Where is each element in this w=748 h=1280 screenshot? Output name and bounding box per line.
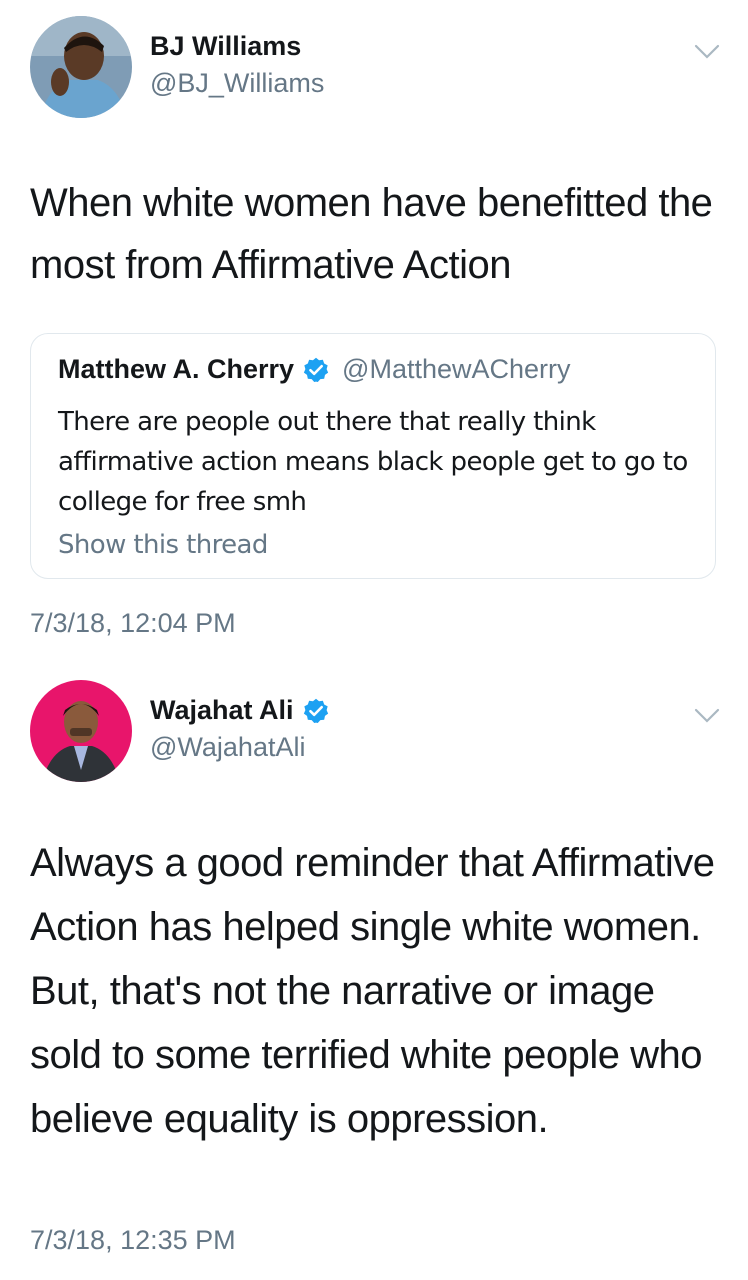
- tweet-text: When white women have benefitted the mos…: [30, 181, 713, 287]
- tweet-text: Always a good reminder that Affirmative …: [30, 841, 715, 1141]
- author-name-text[interactable]: BJ Williams: [150, 31, 301, 62]
- chevron-down-icon[interactable]: [694, 44, 720, 60]
- show-thread-link[interactable]: Show this thread: [58, 530, 268, 560]
- author-name-text[interactable]: Wajahat Ali: [150, 695, 294, 726]
- avatar[interactable]: [30, 680, 132, 782]
- tweet-timestamp[interactable]: 7/3/18, 12:04 PM: [30, 608, 236, 639]
- quoted-tweet-header: Matthew A. Cherry @MatthewACherry: [58, 354, 571, 385]
- avatar[interactable]: [30, 16, 132, 118]
- quoted-tweet[interactable]: Matthew A. Cherry @MatthewACherry There …: [30, 333, 716, 579]
- verified-badge-icon: [303, 698, 328, 723]
- author-name[interactable]: Wajahat Ali: [150, 695, 330, 726]
- quoted-tweet-text: There are people out there that really t…: [58, 407, 688, 517]
- author-handle[interactable]: @BJ_Williams: [150, 68, 324, 99]
- author-handle[interactable]: @WajahatAli: [150, 732, 305, 763]
- quoted-author-handle: @MatthewACherry: [342, 354, 571, 384]
- author-name[interactable]: BJ Williams: [150, 31, 301, 62]
- verified-badge-icon: [303, 357, 329, 382]
- tweet-timestamp[interactable]: 7/3/18, 12:35 PM: [30, 1225, 236, 1256]
- chevron-down-icon[interactable]: [694, 708, 720, 724]
- quoted-author-name: Matthew A. Cherry: [58, 354, 295, 384]
